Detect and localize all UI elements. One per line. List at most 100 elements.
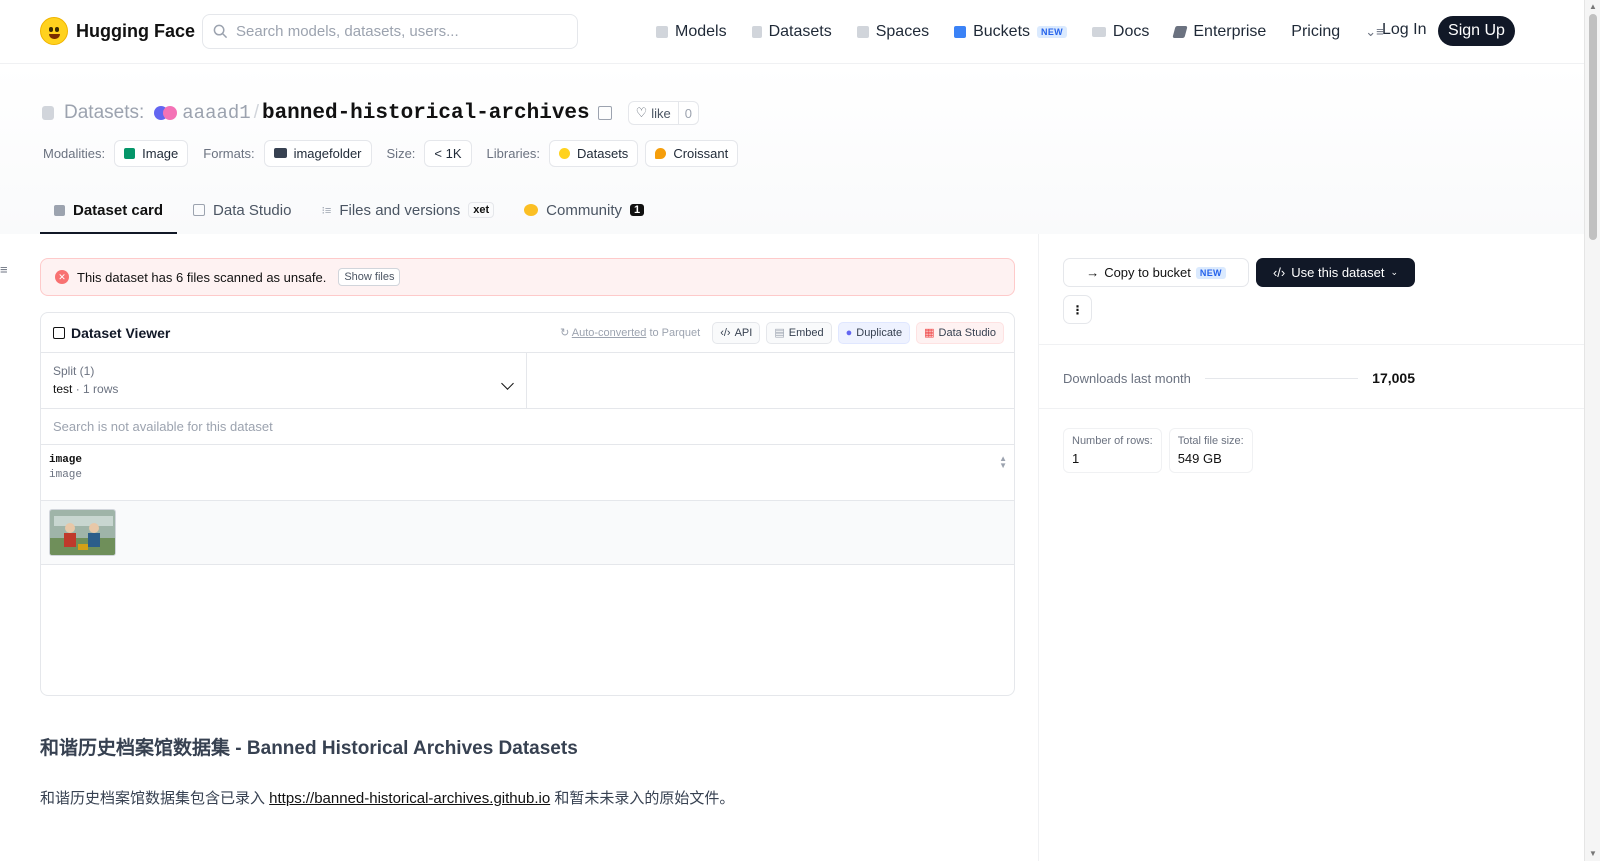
to-parquet-text: to Parquet xyxy=(649,327,701,339)
split-name: test xyxy=(53,382,73,396)
formats-label: Formats: xyxy=(203,145,255,161)
size-chip[interactable]: < 1K xyxy=(424,139,472,167)
like-button[interactable]: ♡ like 0 xyxy=(627,101,700,125)
nav-pricing[interactable]: Pricing xyxy=(1291,18,1340,46)
library-croissant-chip[interactable]: Croissant xyxy=(645,139,739,167)
right-sidebar: → Copy to bucket NEW ‹/› Use this dataset ⌄ … xyxy=(1038,234,1585,861)
arrow-right-icon: → xyxy=(1086,265,1100,280)
tab-community[interactable]: Community 1 xyxy=(510,188,658,234)
brand-name: Hugging Face xyxy=(76,20,196,41)
xet-badge: xet xyxy=(468,202,495,218)
hf-datasets-icon xyxy=(559,147,570,159)
copy-to-bucket-label: Copy to bucket xyxy=(1104,265,1191,280)
viewer-header: Dataset Viewer ↻ Auto-converted to Parqu… xyxy=(41,313,1014,353)
tab-data-studio[interactable]: Data Studio xyxy=(179,188,305,234)
split-rows: 1 rows xyxy=(83,382,119,396)
thumbnail-picture xyxy=(50,510,115,555)
scrollbar-thumb[interactable] xyxy=(1589,14,1597,240)
login-link[interactable]: Log In xyxy=(1382,21,1426,39)
repo-name[interactable]: banned-historical-archives xyxy=(262,102,590,125)
owner-avatar[interactable] xyxy=(154,106,178,120)
tab-data-studio-label: Data Studio xyxy=(213,201,292,219)
section-heading: 和谐历史档案馆数据集 - Banned Historical Archives … xyxy=(40,733,578,760)
use-this-dataset-button[interactable]: ‹/› Use this dataset ⌄ xyxy=(1256,258,1415,287)
page-scrollbar[interactable]: ▲ ▼ xyxy=(1584,0,1600,861)
column-header[interactable]: image image ▲ ▼ xyxy=(41,445,1014,501)
auto-converted-link[interactable]: Auto-converted xyxy=(572,327,647,339)
new-badge: NEW xyxy=(1037,26,1067,38)
refresh-icon: ↻ xyxy=(560,327,572,339)
split-label: Split (1) xyxy=(53,364,95,378)
nav-spaces[interactable]: Spaces xyxy=(856,18,930,46)
split-select[interactable]: Split (1) test · 1 rows xyxy=(41,353,527,408)
nav-docs[interactable]: Docs xyxy=(1091,18,1149,46)
nav-models[interactable]: Models xyxy=(656,18,727,46)
modalities-label: Modalities: xyxy=(43,145,106,161)
nav-models-label: Models xyxy=(675,23,727,40)
table-icon xyxy=(53,326,65,339)
split-dot: · xyxy=(75,382,80,396)
size-value: < 1K xyxy=(434,145,462,161)
data-studio-button[interactable]: ▦ Data Studio xyxy=(916,321,1004,344)
nav-enterprise[interactable]: Enterprise xyxy=(1172,18,1266,46)
brand-logo[interactable]: Hugging Face xyxy=(40,17,195,45)
nav-spaces-label: Spaces xyxy=(875,23,930,40)
duplicate-button[interactable]: ● Duplicate xyxy=(837,321,911,344)
signup-button[interactable]: Sign Up xyxy=(1438,16,1515,46)
api-button[interactable]: ‹/› API xyxy=(712,321,761,344)
image-thumbnail[interactable] xyxy=(49,509,116,556)
embed-icon: ▤ xyxy=(774,327,785,339)
data-studio-label: Data Studio xyxy=(938,326,996,339)
community-count: 1 xyxy=(630,204,645,216)
owner-link[interactable]: aaaad1 xyxy=(182,102,250,124)
show-files-button[interactable]: Show files xyxy=(338,268,401,286)
library-datasets-label: Datasets xyxy=(577,145,629,161)
archives-link[interactable]: https://banned-historical-archives.githu… xyxy=(269,790,550,807)
modality-chip[interactable]: Image xyxy=(114,139,189,167)
sidebar-toggle-icon[interactable]: ≡ xyxy=(0,262,8,277)
kebab-icon: ⋮ xyxy=(1071,302,1084,317)
cube-icon xyxy=(656,26,668,38)
para-before: 和谐历史档案馆数据集包含已录入 xyxy=(40,790,270,807)
embed-button[interactable]: ▤ Embed xyxy=(766,321,832,344)
nav-datasets[interactable]: Datasets xyxy=(751,18,832,46)
heading-en: - Banned Historical Archives Datasets xyxy=(230,738,578,759)
chevron-down-icon: ⌄ xyxy=(1390,267,1399,277)
nav-buckets[interactable]: Buckets NEW xyxy=(954,18,1067,46)
library-datasets-chip[interactable]: Datasets xyxy=(549,139,639,167)
copy-to-bucket-button[interactable]: → Copy to bucket NEW xyxy=(1063,258,1249,287)
nav-datasets-label: Datasets xyxy=(768,23,832,40)
downloads-stat: Downloads last month 17,005 xyxy=(1063,370,1415,386)
libraries-label: Libraries: xyxy=(486,145,540,161)
format-chip[interactable]: imagefolder xyxy=(263,139,372,167)
top-nav: Hugging Face Models Datasets Spaces Buck… xyxy=(0,0,1584,64)
scroll-down-icon[interactable]: ▼ xyxy=(1589,849,1597,858)
search-input[interactable] xyxy=(236,23,556,40)
code-icon: ‹/› xyxy=(1272,265,1286,280)
more-options-button[interactable]: ⋮ xyxy=(1063,295,1092,324)
card-icon xyxy=(54,204,65,216)
nav-links: Models Datasets Spaces Buckets NEW Docs E… xyxy=(656,18,1418,46)
repo-title: Datasets: aaaad1 / banned-historical-arc… xyxy=(42,99,700,127)
rows-stat: Number of rows: 1 xyxy=(1063,428,1162,473)
copy-icon[interactable] xyxy=(597,106,612,120)
column-name: image xyxy=(49,454,83,466)
more-menu-icon[interactable]: ⌄≡ xyxy=(1365,24,1383,40)
database-icon xyxy=(751,26,762,38)
downloads-value: 17,005 xyxy=(1372,370,1415,386)
search-box[interactable] xyxy=(202,14,578,49)
tab-dataset-card[interactable]: Dataset card xyxy=(40,188,178,234)
tab-files[interactable]: ⁝≡ Files and versions xet xyxy=(307,188,508,234)
like-label: like xyxy=(651,105,671,121)
sort-icon[interactable]: ▲ ▼ xyxy=(999,455,1007,470)
heading-cn: 和谐历史档案馆数据集 xyxy=(40,738,231,759)
table-row[interactable] xyxy=(41,501,1014,565)
dataset-viewer: Dataset Viewer ↻ Auto-converted to Parqu… xyxy=(40,312,1015,696)
files-icon: ⁝≡ xyxy=(321,204,332,217)
format-value: imagefolder xyxy=(293,145,362,161)
section-label[interactable]: Datasets: xyxy=(64,102,144,124)
use-this-dataset-label: Use this dataset xyxy=(1291,265,1385,280)
tab-dataset-card-label: Dataset card xyxy=(73,201,164,219)
divider xyxy=(1039,408,1585,409)
scroll-up-icon[interactable]: ▲ xyxy=(1589,2,1597,11)
